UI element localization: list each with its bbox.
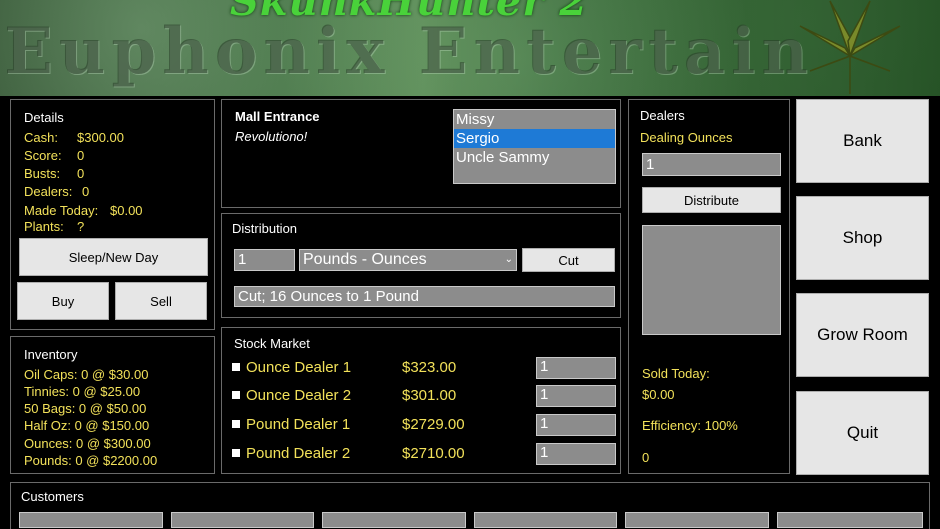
title-banner: Euphonix Entertain SkunkHunter 2 — [0, 0, 940, 96]
sold-today-label: Sold Today: — [642, 366, 710, 381]
chevron-down-icon: ⌄ — [504, 254, 513, 265]
stock-row: Pound Dealer 2 $2710.00 1 — [232, 443, 616, 465]
dealers-display-box — [642, 225, 781, 335]
stock-dealer-name: Pound Dealer 1 — [246, 416, 351, 433]
dealers-label: Dealers: — [24, 184, 73, 199]
bullet-icon — [232, 391, 240, 399]
stock-quantity-input[interactable]: 1 — [536, 443, 616, 465]
inventory-item: Half Oz: 0 @ $150.00 — [24, 418, 150, 433]
distribution-panel: Distribution 1 Pounds - Ounces ⌄ Cut Cut… — [221, 213, 621, 318]
stock-dealer-name: Ounce Dealer 1 — [246, 359, 352, 376]
stock-quantity-input[interactable]: 1 — [536, 414, 616, 436]
made-today-value: $0.00 — [110, 203, 143, 218]
customer-slot[interactable] — [474, 512, 617, 528]
customers-panel: Customers — [10, 482, 930, 529]
stock-dealer-name: Ounce Dealer 2 — [246, 387, 352, 404]
stock-row: Pound Dealer 1 $2729.00 1 — [232, 414, 616, 436]
distribution-quantity-input[interactable]: 1 — [234, 249, 295, 271]
inventory-item: Tinnies: 0 @ $25.00 — [24, 384, 141, 399]
people-list[interactable]: Missy Sergio Uncle Sammy — [453, 109, 616, 184]
dealers-value: 0 — [82, 184, 90, 199]
location-name: Mall Entrance — [235, 109, 320, 124]
person-item[interactable]: Uncle Sammy — [454, 148, 615, 167]
score-label: Score: — [24, 148, 62, 163]
unit-select-value: Pounds - Ounces — [303, 251, 427, 268]
customer-slot[interactable] — [625, 512, 769, 528]
customers-heading: Customers — [21, 489, 84, 504]
distribution-status: Cut; 16 Ounces to 1 Pound — [234, 286, 615, 307]
busts-value: 0 — [77, 166, 85, 181]
plants-value: ? — [77, 219, 85, 234]
stock-quantity-input[interactable]: 1 — [536, 357, 616, 379]
stock-row: Ounce Dealer 2 $301.00 1 — [232, 385, 616, 407]
inventory-item: Oil Caps: 0 @ $30.00 — [24, 367, 149, 382]
score-value: 0 — [77, 148, 85, 163]
stock-dealer-price: $323.00 — [402, 359, 457, 376]
inventory-item: Ounces: 0 @ $300.00 — [24, 436, 151, 451]
customer-slot[interactable] — [19, 512, 163, 528]
busts-label: Busts: — [24, 166, 61, 181]
cannabis-leaf-icon — [799, 0, 901, 94]
inventory-item: Pounds: 0 @ $2200.00 — [24, 453, 158, 468]
details-panel: Details Cash: $300.00 Score: 0 Busts: 0 … — [10, 99, 215, 330]
stock-dealer-price: $301.00 — [402, 387, 457, 404]
dealing-mode: Dealing Ounces — [640, 130, 733, 145]
person-item[interactable]: Missy — [454, 110, 615, 129]
cash-value: $300.00 — [77, 130, 124, 145]
sell-button[interactable]: Sell — [115, 282, 207, 320]
dealers-quantity-input[interactable]: 1 — [642, 153, 781, 176]
inventory-panel: Inventory Oil Caps: 0 @ $30.00 Tinnies: … — [10, 336, 215, 474]
inventory-item: 50 Bags: 0 @ $50.00 — [24, 401, 147, 416]
stock-dealer-price: $2729.00 — [402, 416, 465, 433]
dealers-panel: Dealers Dealing Ounces 1 Distribute Sold… — [628, 99, 790, 474]
stock-dealer-price: $2710.00 — [402, 445, 465, 462]
sleep-new-day-button[interactable]: Sleep/New Day — [19, 238, 208, 276]
distribution-heading: Distribution — [232, 221, 298, 236]
location-subtitle: Revolutiono! — [235, 129, 308, 144]
inventory-heading: Inventory — [24, 347, 78, 362]
customer-slot[interactable] — [171, 512, 314, 528]
bullet-icon — [232, 449, 240, 457]
cash-label: Cash: — [24, 130, 58, 145]
stock-dealer-name: Pound Dealer 2 — [246, 445, 351, 462]
banner-game-title: SkunkHunter 2 — [230, 0, 589, 25]
customer-slot[interactable] — [777, 512, 923, 528]
bank-button[interactable]: Bank — [796, 99, 929, 183]
dealers-heading: Dealers — [640, 108, 685, 123]
grow-room-button[interactable]: Grow Room — [796, 293, 929, 377]
quit-button[interactable]: Quit — [796, 391, 929, 475]
bullet-icon — [232, 363, 240, 371]
stock-market-panel: Stock Market Ounce Dealer 1 $323.00 1 Ou… — [221, 327, 621, 474]
made-today-label: Made Today: — [24, 203, 99, 218]
person-item-selected[interactable]: Sergio — [454, 129, 615, 148]
stock-quantity-input[interactable]: 1 — [536, 385, 616, 407]
banner-main-text: Euphonix Entertain — [4, 14, 814, 89]
unit-select[interactable]: Pounds - Ounces ⌄ — [299, 249, 517, 271]
plants-label: Plants: — [24, 219, 64, 234]
shop-button[interactable]: Shop — [796, 196, 929, 280]
distribute-button[interactable]: Distribute — [642, 187, 781, 213]
buy-button[interactable]: Buy — [17, 282, 109, 320]
bullet-icon — [232, 420, 240, 428]
dealers-count: 0 — [642, 450, 650, 465]
efficiency-text: Efficiency: 100% — [642, 418, 738, 433]
customer-slot[interactable] — [322, 512, 466, 528]
stock-row: Ounce Dealer 1 $323.00 1 — [232, 357, 616, 379]
sold-today-value: $0.00 — [642, 387, 675, 402]
details-heading: Details — [24, 110, 64, 125]
stock-market-heading: Stock Market — [234, 336, 310, 351]
location-panel: Mall Entrance Revolutiono! Missy Sergio … — [221, 99, 621, 208]
cut-button[interactable]: Cut — [522, 248, 615, 272]
